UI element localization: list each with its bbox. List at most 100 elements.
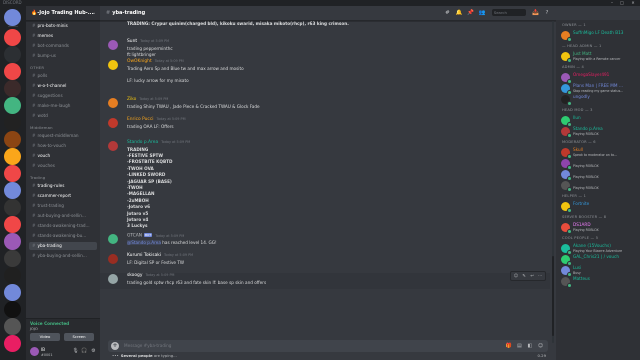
server-icon[interactable] [4,216,21,233]
channel-item[interactable]: # stands-awakening-trad... [29,222,97,230]
more-icon[interactable]: ⋯ [536,272,544,280]
message-author[interactable]: Ziko [127,97,136,102]
message[interactable]: OwOKnight Today at 5:09 PM Trading Aero Sp… [100,59,550,88]
video-button[interactable]: Video [30,333,60,341]
inbox-icon[interactable]: 📥 [530,6,540,20]
channel-item[interactable]: # w-o-t-channel [29,82,97,90]
message-input[interactable]: Message #yba-trading [124,340,171,352]
server-icon[interactable] [4,250,21,267]
emoji-icon[interactable]: ☺ [536,340,545,352]
channel-item[interactable]: # request-middleman [29,132,97,140]
react-icon[interactable]: ☺ [512,272,520,280]
member-item[interactable]: Just Matt Playing with a Remote cancer [561,51,639,63]
plus-icon[interactable]: + [111,342,119,350]
screen-button[interactable]: Screen [64,333,94,341]
members-icon[interactable]: 👥 [477,6,487,20]
member-item[interactable]: ungodly [561,94,639,106]
server-icon[interactable] [4,63,21,80]
message[interactable]: GTCAN BOT Today at 5:09 PM @Stando p.Area h… [100,233,550,249]
pin-icon[interactable]: 📌 [466,6,476,20]
server-icon[interactable] [4,233,21,250]
close-button[interactable]: ✕ [629,0,637,6]
message-author[interactable]: Sunt [127,39,137,44]
channel-item[interactable]: # memes [29,32,97,40]
server-icon[interactable] [4,318,21,335]
member-item[interactable]: DS1ARD Playing ROBLOX [561,222,639,234]
member-item[interactable]: Stando p.Area Playing ROBLOX [561,126,639,138]
channel-category[interactable]: Middleman [30,125,53,130]
reply-icon[interactable]: ↩ [528,272,536,280]
guild-header[interactable]: 🔥-Jojo Trading Hub-... ⌄ [26,6,100,21]
channel-item[interactable]: # yba-trading [29,242,97,250]
server-icon[interactable] [4,148,21,165]
avatar[interactable] [30,347,39,356]
server-icon[interactable] [4,46,21,63]
help-icon[interactable]: ? [542,6,552,20]
member-item[interactable]: Akane (15Vouchs) Playing Your Bizarre Adv… [561,243,639,255]
avatar[interactable] [108,141,118,151]
member-item[interactable]: Fortnite [561,201,639,213]
avatar[interactable] [108,254,118,264]
message-author[interactable]: OwOKnight [127,59,152,64]
avatar[interactable] [108,274,118,284]
server-icon[interactable] [4,131,21,148]
channel-item[interactable]: # yba-buying-and-sellin... [29,252,97,260]
message-author[interactable]: skoogy [127,273,142,278]
channel-category[interactable]: OTHER [30,65,44,70]
member-item[interactable]: Lusi Busy [561,265,639,277]
server-icon[interactable] [4,199,21,216]
gear-icon[interactable]: ⚙ [90,348,97,355]
message-author[interactable]: GTCAN [127,234,142,239]
member-item[interactable]: Skull Speak to moderator on to... [561,147,639,159]
gif-icon[interactable]: ▤ [515,340,524,352]
threads-icon[interactable]: # [442,6,452,20]
user-mention[interactable]: @Stando p.Area [127,239,161,245]
avatar[interactable] [108,98,118,108]
channel-item[interactable]: # aut-buying-and-sellin... [29,212,97,220]
server-icon[interactable] [4,284,21,301]
sticker-icon[interactable]: ◧ [525,340,534,352]
server-icon[interactable] [4,335,21,352]
message-author[interactable]: Kurumi Tokisaki [127,253,161,258]
member-item[interactable]: Playing ROBLOX [561,158,639,170]
scrollbar[interactable] [551,21,555,343]
server-icon[interactable] [4,114,21,131]
channel-item[interactable]: # trading-rules [29,182,97,190]
channel-item[interactable]: # polls [29,72,97,80]
bell-icon[interactable]: 🔔 [454,6,464,20]
message[interactable]: Ziko Today at 5:09 PM trading Shiny TWAU ,… [100,97,550,113]
server-icon[interactable] [4,29,21,46]
channel-item[interactable]: # vouches [29,162,97,170]
channel-item[interactable]: # scammer-report [29,192,97,200]
message[interactable]: skoogy Today at 5:09 PM trading gold sptw … [100,271,550,290]
minimize-button[interactable]: – [608,0,616,6]
member-item[interactable]: SuffnMigo LF Death B13 [561,30,639,42]
server-icon[interactable] [4,80,21,97]
channel-item[interactable]: # pro-bots-minis [29,22,97,30]
avatar[interactable] [108,234,118,244]
server-icon[interactable] [4,165,21,182]
deafen-icon[interactable]: 🎧 [81,348,88,355]
server-icon[interactable] [4,182,21,199]
channel-item[interactable]: # bump-us [29,52,97,60]
message-author[interactable]: Stando p.Area [127,140,158,145]
channel-item[interactable]: # how-to-vouch [29,142,97,150]
server-icon[interactable] [4,301,21,318]
home-button[interactable] [4,9,21,26]
message-composer[interactable]: + Message #yba-trading 🎁 ▤ ◧ ☺ [108,340,548,352]
channel-item[interactable]: # vouch [29,152,97,160]
edit-icon[interactable]: ✎ [520,272,528,280]
gift-icon[interactable]: 🎁 [504,340,513,352]
message[interactable]: Stando p.Area Today at 5:09 PM TRADING -FES… [100,140,550,233]
maximize-button[interactable]: □ [618,0,626,6]
channel-item[interactable]: # make-me-laugh [29,102,97,110]
member-item[interactable]: OmegaSlayer491 [561,72,639,84]
mute-icon[interactable]: 🎙 [72,348,79,355]
avatar[interactable] [108,40,118,50]
message[interactable]: Enrico Pucci Today at 5:09 PM trading OAA … [100,117,550,133]
member-item[interactable]: Ilun [561,115,639,127]
member-item[interactable]: Playing ROBLOX [561,180,639,192]
channel-item[interactable]: # suggestions [29,92,97,100]
server-icon[interactable] [4,97,21,114]
message[interactable]: TRADING: Crypur quinim(charged bld), kik… [100,21,550,31]
